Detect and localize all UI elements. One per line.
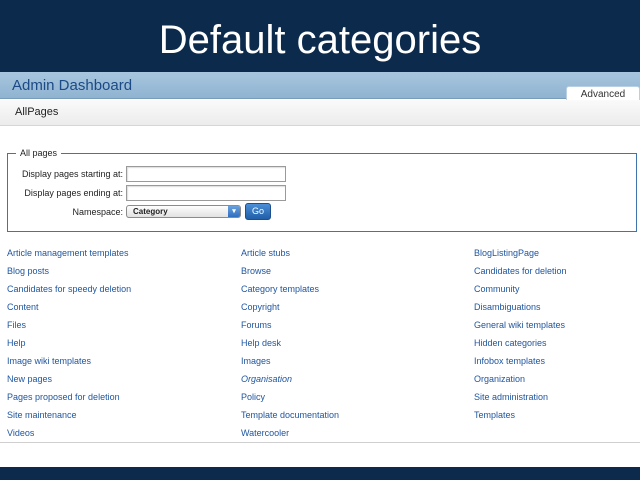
category-link[interactable]: Candidates for deletion [474, 266, 567, 276]
category-link[interactable]: Images [241, 356, 271, 366]
namespace-select[interactable]: Category ▾ [126, 205, 241, 218]
category-link[interactable]: Help desk [241, 338, 281, 348]
category-link[interactable]: Pages proposed for deletion [7, 392, 120, 402]
category-link[interactable]: Files [7, 320, 26, 330]
category-link[interactable]: Article stubs [241, 248, 290, 258]
divider [0, 442, 640, 443]
category-link[interactable]: BlogListingPage [474, 248, 539, 258]
category-link[interactable]: Copyright [241, 302, 280, 312]
page-title: AllPages [15, 106, 59, 118]
dashboard-title[interactable]: Admin Dashboard [12, 77, 132, 94]
category-link[interactable]: Blog posts [7, 266, 49, 276]
category-link[interactable]: Site maintenance [7, 410, 77, 420]
category-link[interactable]: Community [474, 284, 520, 294]
category-link[interactable]: Videos [7, 428, 34, 438]
category-link[interactable]: Candidates for speedy deletion [7, 284, 131, 294]
end-input[interactable] [126, 185, 286, 201]
category-link[interactable]: Templates [474, 410, 515, 420]
slide-footer-bar [0, 467, 640, 480]
category-link[interactable]: Site administration [474, 392, 548, 402]
category-link[interactable]: New pages [7, 374, 52, 384]
category-link[interactable]: Browse [241, 266, 271, 276]
category-link[interactable]: Disambiguations [474, 302, 541, 312]
chevron-updown-icon: ▾ [228, 206, 240, 217]
category-link[interactable]: Organization [474, 374, 525, 384]
namespace-label: Namespace: [72, 207, 123, 217]
category-link[interactable]: Policy [241, 392, 265, 402]
namespace-selected: Category [133, 207, 168, 216]
category-link[interactable]: Hidden categories [474, 338, 547, 348]
category-link[interactable]: Image wiki templates [7, 356, 91, 366]
category-link[interactable]: Organisation [241, 374, 292, 384]
category-link[interactable]: Category templates [241, 284, 319, 294]
category-link[interactable]: Watercooler [241, 428, 289, 438]
slide-title: Default categories [0, 0, 640, 72]
category-link[interactable]: Content [7, 302, 39, 312]
category-link[interactable]: Article management templates [7, 248, 129, 258]
go-button[interactable]: Go [245, 203, 271, 220]
page-heading-bar: AllPages [0, 100, 640, 126]
start-label: Display pages starting at: [21, 169, 123, 179]
category-link[interactable]: Infobox templates [474, 356, 545, 366]
category-link[interactable]: Help [7, 338, 26, 348]
category-link[interactable]: General wiki templates [474, 320, 565, 330]
category-link[interactable]: Template documentation [241, 410, 339, 420]
end-label: Display pages ending at: [24, 188, 123, 198]
category-link[interactable]: Forums [241, 320, 272, 330]
fieldset-legend: All pages [20, 148, 58, 158]
start-input[interactable] [126, 166, 286, 182]
dashboard-header: Admin Dashboard Advanced [0, 72, 640, 102]
